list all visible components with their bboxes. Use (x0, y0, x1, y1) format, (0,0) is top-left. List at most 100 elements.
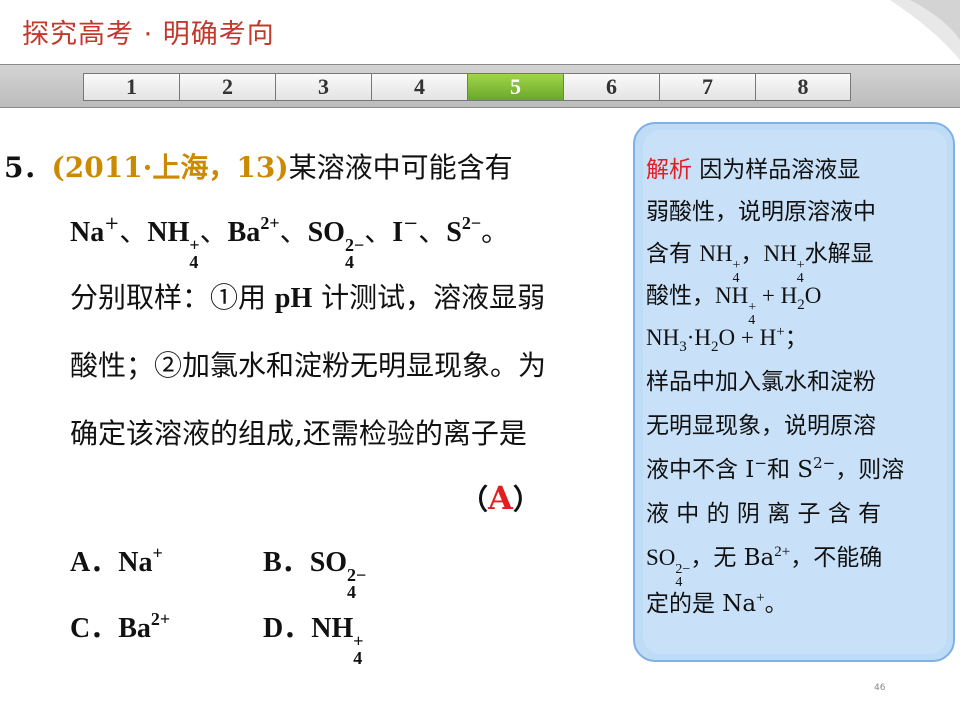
page-title: 探究高考 · 明确考向 (22, 19, 275, 50)
analysis-l10c: ，不能确 (790, 545, 883, 571)
analysis-h2o-sub: 2 (797, 297, 805, 313)
analysis-h-charge: + (776, 324, 785, 340)
analysis-na-charge: + (756, 590, 765, 606)
tab-3[interactable]: 3 (275, 73, 371, 101)
tab-2[interactable]: 2 (179, 73, 275, 101)
option-a-charge: + (152, 543, 163, 563)
ion-ba-charge: 2+ (260, 213, 280, 233)
option-a-label: A． (70, 547, 119, 578)
slide-navigation-bar: 1 2 3 4 5 6 7 8 (0, 64, 960, 108)
analysis-l5-h2o-sub: 2 (711, 339, 719, 355)
question-line-1: 5．(2011·上海，13)某溶液中可能含有 (4, 146, 513, 186)
line-3-text-b: 计测试，溶液显弱 (312, 281, 546, 314)
answer-open-paren: （ (460, 483, 489, 516)
option-d-ion: NH (311, 613, 354, 644)
analysis-line-9: 液 中 的 阴 离 子 含 有 (646, 501, 882, 527)
analysis-l5-sub: 3 (679, 339, 687, 355)
tab-4[interactable]: 4 (371, 73, 467, 101)
ion-so4-sub: 4 (344, 252, 354, 272)
tab-1[interactable]: 1 (83, 73, 179, 101)
analysis-label: 解析 (646, 157, 692, 183)
answer-close-paren: ） (512, 483, 541, 516)
question-number: 5． (4, 151, 52, 184)
analysis-nh4: NH (699, 241, 733, 266)
analysis-l5a: NH (646, 325, 680, 350)
tab-6[interactable]: 6 (563, 73, 659, 101)
analysis-line-6: 样品中加入氯水和淀粉 (646, 369, 876, 395)
option-c-label: C． (70, 613, 119, 644)
option-c-ion: Ba (118, 613, 151, 644)
analysis-line-5: NH3·H2O + H+； (646, 318, 808, 355)
separator: 、 (418, 215, 447, 248)
option-b-label: B． (263, 547, 310, 578)
analysis-line-7: 无明显现象，说明原溶 (646, 413, 876, 439)
ion-so4: SO (307, 217, 345, 248)
analysis-ba-charge: 2+ (774, 544, 791, 560)
question-line-3: 分别取样：①用 pH 计测试，溶液显弱 (70, 276, 545, 316)
analysis-line-10: SO 2− 4 ，无 Ba2+，不能确 (646, 538, 883, 590)
option-c-charge: 2+ (150, 609, 171, 629)
analysis-l1: 因为样品溶液显 (692, 157, 861, 183)
analysis-l10b: ，无 Ba (690, 545, 775, 571)
analysis-l5c: O + H (718, 325, 777, 350)
ion-nh4: NH (147, 217, 190, 248)
separator: 、 (364, 215, 393, 248)
analysis-line-1: 解析 因为样品溶液显 (646, 150, 860, 184)
analysis-line-11: 定的是 Na+。 (646, 584, 788, 618)
tab-5-active[interactable]: 5 (467, 73, 563, 101)
question-stem: 某溶液中可能含有 (288, 151, 513, 184)
ion-i-charge: − (403, 213, 419, 234)
analysis-line-8: 液中不含 I−和 S2−，则溶 (646, 450, 904, 484)
separator: 、 (279, 215, 308, 248)
ion-s: S (446, 217, 462, 248)
analysis-l8a: 液中不含 I (646, 457, 755, 483)
analysis-l3c: 水解显 (804, 241, 874, 267)
analysis-l4b: + H (756, 283, 798, 308)
answer-value: A (488, 479, 513, 517)
question-line-5: 确定该溶液的组成,还需检验的离子是 (70, 417, 527, 450)
separator: 、 (199, 215, 228, 248)
analysis-l5d: ； (784, 325, 808, 350)
slide-tabs: 1 2 3 4 5 6 7 8 (83, 73, 851, 101)
analysis-s-charge: 2− (813, 454, 836, 472)
analysis-line-2: 弱酸性，说明原溶液中 (646, 199, 876, 225)
analysis-l8b: 和 S (766, 457, 814, 483)
option-a-ion: Na (118, 547, 153, 578)
tab-7[interactable]: 7 (659, 73, 755, 101)
ion-s-charge: 2− (461, 213, 482, 233)
analysis-nh4-3: NH (715, 283, 749, 308)
answer-slot: （A） (460, 478, 541, 518)
option-a: A．Na+ (70, 540, 163, 580)
analysis-nh4-2: NH (763, 241, 797, 266)
option-b-sub: 4 (347, 582, 357, 602)
option-b: B．SO 2− 4 (263, 540, 366, 601)
ion-nh4-sub: 4 (189, 252, 199, 272)
ion-i: I (392, 217, 404, 248)
ion-so4-script: 2− 4 (344, 236, 364, 272)
option-b-ion: SO (309, 547, 348, 578)
analysis-l3a: 含有 (646, 241, 700, 267)
question-ion-list: Na+、NH +4 、Ba2+、SO 2− 4 、I−、S2−。 (70, 210, 509, 271)
ion-na-charge: + (104, 213, 120, 234)
option-d-sub: 4 (353, 648, 363, 668)
analysis-i-charge: − (754, 454, 767, 472)
analysis-l5b: ·H (686, 325, 712, 350)
line-3-text-a: 分别取样：①用 (70, 281, 275, 314)
option-d: D．NH +4 (263, 606, 364, 667)
ion-ba: Ba (227, 217, 261, 248)
analysis-l10a: SO (646, 545, 676, 570)
line-3-ph: pH (274, 283, 313, 314)
separator: 、 (119, 215, 148, 248)
analysis-l3b: ， (740, 241, 764, 267)
analysis-l8c: ，则溶 (835, 457, 905, 483)
tab-8[interactable]: 8 (755, 73, 851, 101)
page-number: 46 (874, 683, 886, 693)
option-d-script: +4 (353, 632, 363, 668)
option-b-script: 2− 4 (347, 566, 366, 602)
analysis-l11a: 定的是 Na (646, 591, 757, 617)
analysis-l11b: 。 (764, 591, 788, 617)
question-line-4: 酸性；②加氯水和淀粉无明显现象。为 (70, 349, 547, 382)
ion-na: Na (70, 217, 105, 248)
analysis-l4c: O (804, 283, 822, 308)
option-c: C．Ba2+ (70, 606, 170, 646)
